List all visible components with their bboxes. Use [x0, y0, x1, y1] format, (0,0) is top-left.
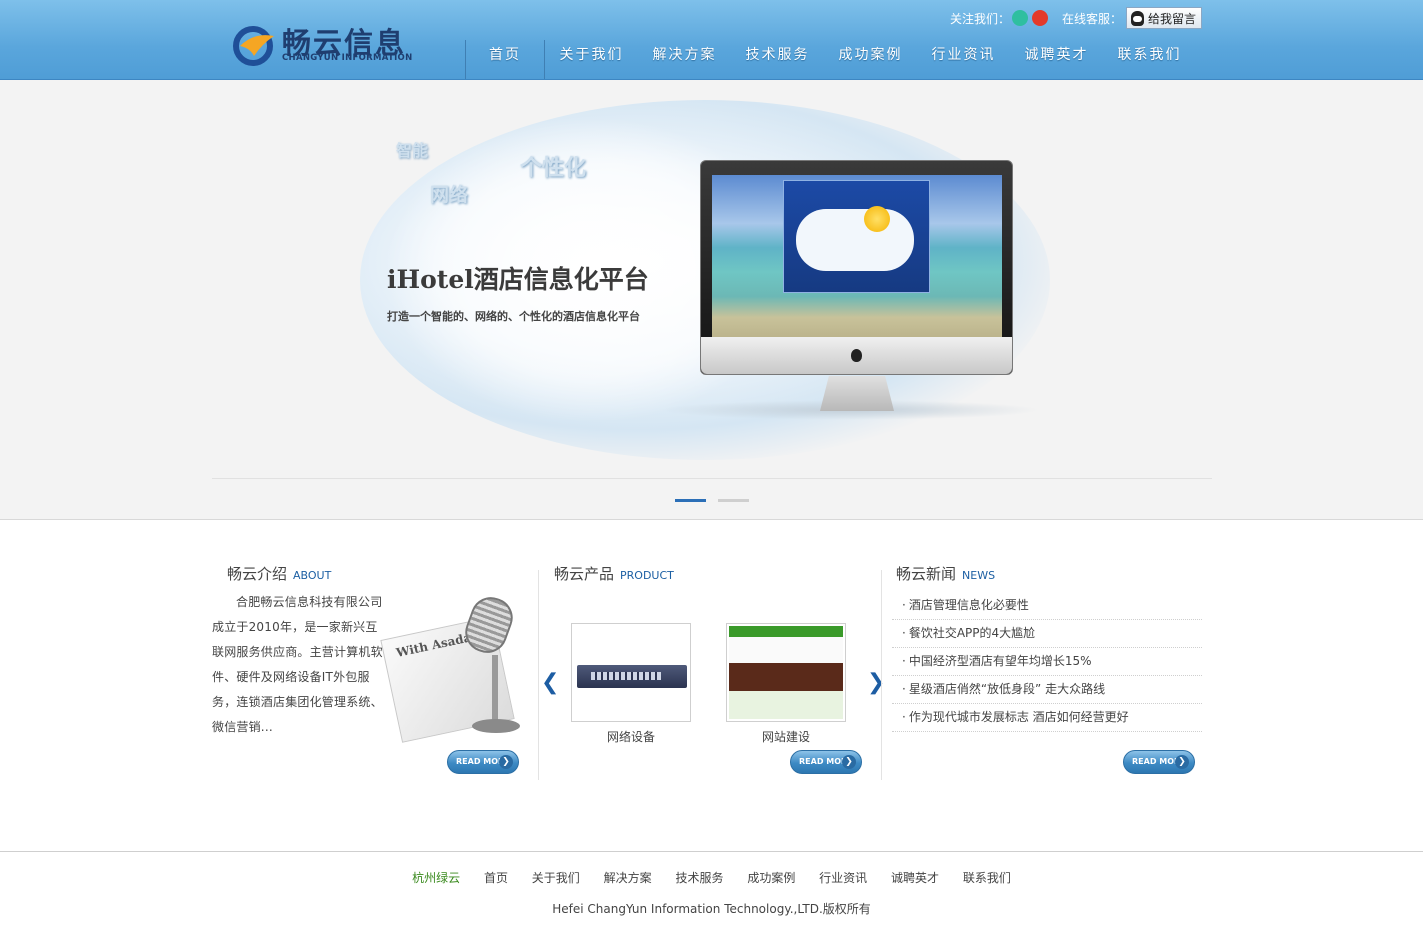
nav-careers[interactable]: 诚聘英才: [1010, 40, 1103, 79]
footer-link-home[interactable]: 首页: [484, 871, 508, 885]
apple-logo-icon: [851, 349, 862, 362]
chevron-right-icon: ❯: [842, 755, 856, 769]
monitor-screen: [712, 175, 1002, 337]
about-heading: 畅云介绍 ABOUT: [227, 563, 331, 584]
footer-link-industry-news[interactable]: 行业资讯: [819, 871, 867, 885]
online-service-label: 在线客服：: [1062, 11, 1123, 26]
news-item[interactable]: 餐饮社交APP的4大尴尬: [892, 620, 1202, 648]
news-title-en: NEWS: [962, 569, 996, 582]
news-item[interactable]: 中国经济型酒店有望年均增长15%: [892, 648, 1202, 676]
slide-indicator-2[interactable]: [718, 499, 749, 502]
nav-about[interactable]: 关于我们: [545, 40, 638, 79]
mic-stand: [492, 655, 498, 725]
banner-word-smart: 智能: [396, 141, 429, 160]
monitor-image: [700, 160, 1013, 375]
logo-subtitle: CHANGYUN INFORMATION: [282, 53, 413, 63]
footer-link-solutions[interactable]: 解决方案: [604, 871, 652, 885]
qq-icon: [1131, 10, 1145, 26]
product-label-website[interactable]: 网站建设: [726, 728, 846, 745]
news-list: 酒店管理信息化必要性 餐饮社交APP的4大尴尬 中国经济型酒店有望年均增长15%…: [892, 592, 1202, 732]
top-bar: 关注我们： 在线客服： 给我留言: [950, 7, 1203, 29]
divider-1: [538, 570, 539, 780]
newspaper-caption: With Asada: [394, 630, 473, 660]
nav-industry-news[interactable]: 行业资讯: [917, 40, 1010, 79]
nav-tech-service[interactable]: 技术服务: [731, 40, 824, 79]
about-title: 畅云介绍: [227, 565, 288, 583]
nav-home[interactable]: 首页: [465, 40, 545, 79]
nav-cases[interactable]: 成功案例: [824, 40, 917, 79]
about-read-more-button[interactable]: READ MORE ❯: [447, 750, 519, 774]
logo[interactable]: 畅云信息 CHANGYUN INFORMATION: [232, 18, 422, 70]
banner-word-personalized: 个性化: [520, 156, 587, 181]
logo-icon: [233, 26, 274, 66]
footer-links: 杭州绿云 首页 关于我们 解决方案 技术服务 成功案例 行业资讯 诚聘英才 联系…: [0, 869, 1423, 886]
product-title: 畅云产品: [554, 565, 615, 583]
tencent-weibo-icon[interactable]: [1012, 10, 1029, 26]
sun-icon: [864, 206, 890, 232]
news-item[interactable]: 作为现代城市发展标志 酒店如何经营更好: [892, 704, 1202, 732]
divider-2: [881, 570, 882, 780]
copyright: Hefei ChangYun Information Technology.,L…: [552, 902, 871, 916]
product-heading: 畅云产品 PRODUCT: [554, 563, 674, 584]
product-item-network-device[interactable]: [571, 623, 691, 722]
banner-word-network: 网络: [430, 184, 469, 206]
news-item[interactable]: 酒店管理信息化必要性: [892, 592, 1202, 620]
leave-message-button[interactable]: 给我留言: [1126, 7, 1203, 29]
news-heading: 畅云新闻 NEWS: [896, 563, 995, 584]
network-switch-image: [577, 665, 687, 688]
chevron-right-icon: ❯: [1175, 755, 1189, 769]
monitor-chin: [701, 337, 1012, 374]
product-read-more-button[interactable]: READ MORE ❯: [790, 750, 862, 774]
banner-subtitle: 打造一个智能的、网络的、个性化的酒店信息化平台: [387, 310, 640, 323]
slide-indicator-1[interactable]: [675, 499, 706, 502]
nav-contact[interactable]: 联系我们: [1103, 40, 1196, 79]
footer-link-about[interactable]: 关于我们: [532, 871, 580, 885]
about-text: 合肥畅云信息科技有限公司成立于2010年，是一家新兴互联网服务供应商。主营计算机…: [212, 595, 383, 734]
hero-banner[interactable]: 智能 网络 个性化 iHotel酒店信息化平台 打造一个智能的、网络的、个性化的…: [0, 80, 1423, 520]
sina-weibo-icon[interactable]: [1032, 10, 1049, 26]
site-header: 畅云信息 CHANGYUN INFORMATION 关注我们： 在线客服： 给我…: [0, 0, 1423, 80]
nav-solutions[interactable]: 解决方案: [638, 40, 731, 79]
product-prev-arrow-icon[interactable]: ❮: [541, 670, 559, 695]
footer-link-cases[interactable]: 成功案例: [747, 871, 795, 885]
website-screenshot-image: [729, 626, 843, 719]
main-nav: 首页 关于我们 解决方案 技术服务 成功案例 行业资讯 诚聘英才 联系我们: [465, 40, 1196, 79]
footer-link-contact[interactable]: 联系我们: [963, 871, 1011, 885]
footer-brand-link[interactable]: 杭州绿云: [412, 871, 460, 885]
product-item-website[interactable]: [726, 623, 846, 722]
product-next-arrow-icon[interactable]: ❯: [867, 670, 885, 695]
follow-label: 关注我们：: [950, 11, 1011, 26]
product-title-en: PRODUCT: [620, 569, 674, 582]
site-footer: 杭州绿云 首页 关于我们 解决方案 技术服务 成功案例 行业资讯 诚聘英才 联系…: [0, 851, 1423, 942]
news-item[interactable]: 星级酒店俏然“放低身段” 走大众路线: [892, 676, 1202, 704]
monitor-stand: [820, 376, 894, 411]
about-title-en: ABOUT: [293, 569, 332, 582]
mic-base: [472, 719, 520, 733]
product-label-network-device[interactable]: 网络设备: [571, 728, 691, 745]
news-read-more-button[interactable]: READ MORE ❯: [1123, 750, 1195, 774]
leave-message-label: 给我留言: [1148, 11, 1197, 26]
slider-divider: [212, 478, 1212, 479]
footer-link-tech-service[interactable]: 技术服务: [675, 871, 723, 885]
footer-link-careers[interactable]: 诚聘英才: [891, 871, 939, 885]
login-dialog-image: [783, 180, 930, 293]
news-title: 畅云新闻: [896, 565, 957, 583]
dialog-cloud: [796, 209, 914, 271]
chevron-right-icon: ❯: [499, 755, 513, 769]
banner-title: iHotel酒店信息化平台: [387, 265, 649, 294]
newspaper-microphone-image: With Asada: [380, 591, 538, 745]
